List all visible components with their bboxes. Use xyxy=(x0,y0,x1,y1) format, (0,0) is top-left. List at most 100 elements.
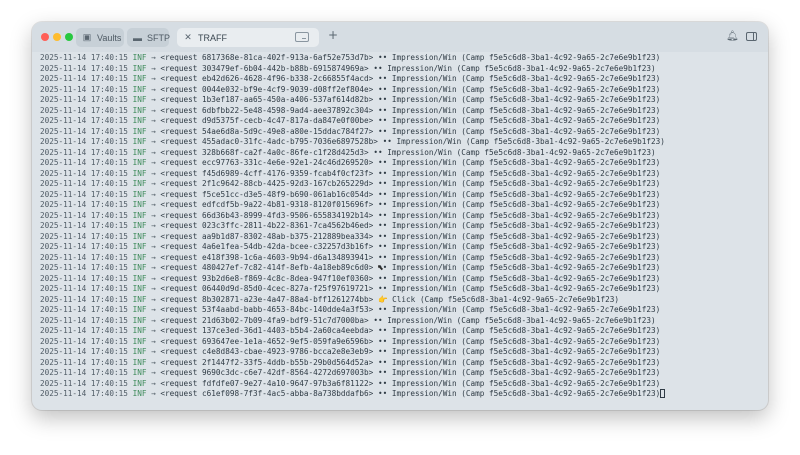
eyes-icon: •• xyxy=(373,63,383,73)
request-suffix: > xyxy=(368,105,374,115)
eyes-icon: •• xyxy=(377,95,388,104)
tab-vaults[interactable]: ▣ Vaults xyxy=(76,28,124,47)
eyes-icon: •• xyxy=(377,389,388,398)
log-timestamp: 2025-11-14 17:40:15 xyxy=(40,305,128,314)
request-prefix: <request xyxy=(160,137,203,146)
log-line: 2025-11-14 17:40:15 INF → <request 1b3ef… xyxy=(40,95,766,106)
sidebar-toggle-icon[interactable] xyxy=(746,32,757,41)
tab-sftp[interactable]: ▬ SFTP xyxy=(127,28,170,47)
arrow-right-icon: → xyxy=(151,273,156,283)
log-level: INF xyxy=(132,231,147,241)
arrow-right-icon: → xyxy=(151,74,156,83)
log-timestamp: 2025-11-14 17:40:15 xyxy=(40,231,128,241)
request-suffix: > xyxy=(368,326,374,335)
new-tab-button[interactable]: + xyxy=(328,28,338,42)
eyes-icon: •• xyxy=(377,116,388,125)
eyes-icon: •• xyxy=(377,200,388,209)
log-timestamp: 2025-11-14 17:40:15 xyxy=(40,63,128,73)
request-suffix: > xyxy=(368,231,374,241)
terminal-output[interactable]: 2025-11-14 17:40:15 INF → <request 68173… xyxy=(40,53,766,403)
log-timestamp: 2025-11-14 17:40:15 xyxy=(40,158,128,167)
arrow-right-icon: → xyxy=(151,357,156,367)
request-suffix: > xyxy=(364,315,369,325)
close-window-button[interactable] xyxy=(41,33,49,41)
terminal-window: ▣ Vaults ▬ SFTP ✕ TRAFF + 🔔︎ 2025-11-14 … xyxy=(32,22,768,410)
log-message: Impression/Win (Camp f5e5c6d8-3ba1-4c92-… xyxy=(391,263,661,272)
log-message: Impression/Win (Camp f5e5c6d8-3ba1-4c92-… xyxy=(391,221,661,230)
arrow-right-icon: → xyxy=(151,336,156,346)
request-suffix: > xyxy=(364,63,369,73)
log-message: Impression/Win (Camp f5e5c6d8-3ba1-4c92-… xyxy=(391,189,661,199)
zoom-window-button[interactable] xyxy=(65,33,73,41)
request-suffix: > xyxy=(364,147,369,157)
request-suffix: > xyxy=(368,53,374,62)
log-level: INF xyxy=(132,137,147,146)
log-message: Impression/Win (Camp f5e5c6d8-3ba1-4c92-… xyxy=(387,315,656,325)
request-prefix: <request xyxy=(160,368,203,377)
request-prefix: <request xyxy=(160,326,203,335)
log-line: 2025-11-14 17:40:15 INF → <request 2f1c9… xyxy=(40,179,766,190)
log-message: Impression/Win (Camp f5e5c6d8-3ba1-4c92-… xyxy=(391,53,661,62)
arrow-right-icon: → xyxy=(151,284,156,293)
request-prefix: <request xyxy=(160,126,203,136)
request-suffix: > xyxy=(368,294,374,304)
arrow-right-icon: → xyxy=(151,200,156,209)
request-id: 53f4aabd-babb-4653-84bc-140dde4a3f53 xyxy=(202,305,369,314)
arrow-right-icon: → xyxy=(151,126,156,136)
log-line: 2025-11-14 17:40:15 INF → <request c4e8d… xyxy=(40,347,766,358)
log-message: Impression/Win (Camp f5e5c6d8-3ba1-4c92-… xyxy=(391,200,661,209)
close-icon[interactable]: ✕ xyxy=(183,32,193,43)
log-line: 2025-11-14 17:40:15 INF → <request fdfdf… xyxy=(40,379,766,390)
log-message: Impression/Win (Camp f5e5c6d8-3ba1-4c92-… xyxy=(391,158,661,167)
request-prefix: <request xyxy=(160,158,203,167)
log-message: Impression/Win (Camp f5e5c6d8-3ba1-4c92-… xyxy=(391,273,661,283)
log-line: 2025-11-14 17:40:15 INF → <request f5ce5… xyxy=(40,190,766,201)
arrow-right-icon: → xyxy=(151,105,156,115)
request-suffix: > xyxy=(368,158,374,167)
log-line: 2025-11-14 17:40:15 INF → <request e418f… xyxy=(40,253,766,264)
minimize-window-button[interactable] xyxy=(53,33,61,41)
eyes-icon: •• xyxy=(377,252,388,262)
arrow-right-icon: → xyxy=(151,210,156,220)
log-timestamp: 2025-11-14 17:40:15 xyxy=(40,126,128,136)
log-line: 2025-11-14 17:40:15 INF → <request 2f144… xyxy=(40,358,766,369)
request-suffix: > xyxy=(368,126,374,136)
request-prefix: <request xyxy=(160,200,203,209)
folder-icon: ▬ xyxy=(133,32,142,43)
arrow-right-icon: → xyxy=(151,95,156,104)
log-level: INF xyxy=(132,84,147,94)
request-id: 480427ef-7c82-414f-8efb-4a18eb89c6d0 xyxy=(202,263,369,272)
log-level: INF xyxy=(132,273,147,283)
log-line: 2025-11-14 17:40:15 INF → <request 69364… xyxy=(40,337,766,348)
tab-traff[interactable]: ✕ TRAFF xyxy=(177,28,319,47)
log-timestamp: 2025-11-14 17:40:15 xyxy=(40,336,128,346)
arrow-right-icon: → xyxy=(151,53,156,62)
request-id: 6dbfbb22-5e48-4598-9ad4-aee37892c304 xyxy=(202,105,369,115)
request-suffix: > xyxy=(368,378,374,388)
request-id: 303479ef-6b04-442b-b88b-6915874969a xyxy=(202,63,365,73)
request-prefix: <request xyxy=(160,347,203,356)
log-line: 2025-11-14 17:40:15 INF → <request ecc97… xyxy=(40,158,766,169)
request-prefix: <request xyxy=(160,116,203,125)
log-timestamp: 2025-11-14 17:40:15 xyxy=(40,284,128,293)
request-id: 2f1447f2-33f5-4ddb-b55b-29b0d564d52a xyxy=(202,357,369,367)
eyes-icon: •• xyxy=(377,105,388,115)
request-id: 54ae6d8a-5d9c-49e8-a80e-15ddac784f27 xyxy=(202,126,369,136)
request-prefix: <request xyxy=(160,63,203,73)
request-id: 9690c3dc-c6e7-42df-8564-4272d697003b xyxy=(202,368,369,377)
eyes-icon: •• xyxy=(377,273,388,283)
request-prefix: <request xyxy=(160,294,203,304)
arrow-right-icon: → xyxy=(151,189,156,199)
request-id: 93b2d6e8-f869-4c8c-8dea-947f10ef0360 xyxy=(202,273,369,283)
request-id: 06440d9d-85d0-4cec-827a-f25f97619721 xyxy=(202,284,369,293)
request-prefix: <request xyxy=(160,305,203,314)
arrow-right-icon: → xyxy=(151,116,156,125)
log-timestamp: 2025-11-14 17:40:15 xyxy=(40,105,128,115)
log-timestamp: 2025-11-14 17:40:15 xyxy=(40,378,128,388)
log-message: Impression/Win (Camp f5e5c6d8-3ba1-4c92-… xyxy=(391,231,661,241)
eyes-icon: •• xyxy=(377,126,388,136)
bell-icon[interactable]: 🔔︎ xyxy=(726,31,739,42)
arrow-right-icon: → xyxy=(151,179,156,188)
arrow-right-icon: → xyxy=(151,294,156,304)
log-timestamp: 2025-11-14 17:40:15 xyxy=(40,84,128,94)
